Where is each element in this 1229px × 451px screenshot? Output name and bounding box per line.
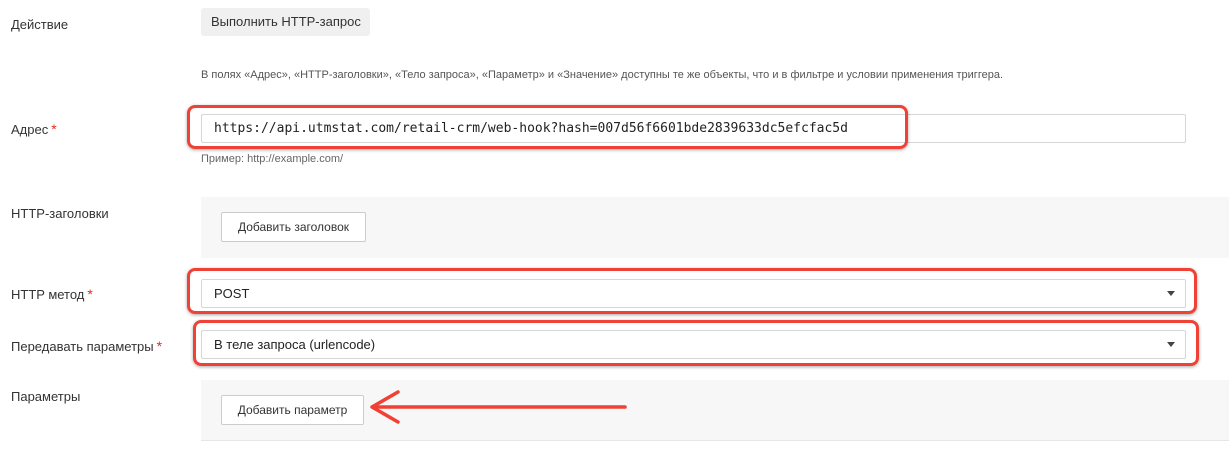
address-label-text: Адрес bbox=[11, 122, 49, 137]
method-label-text: HTTP метод bbox=[11, 287, 85, 302]
address-highlight bbox=[187, 105, 908, 149]
add-header-button[interactable]: Добавить заголовок bbox=[221, 212, 366, 242]
divider bbox=[201, 440, 1229, 441]
params-label: Параметры bbox=[11, 389, 81, 404]
method-highlight bbox=[187, 268, 1197, 314]
method-label: HTTP метод * bbox=[11, 286, 93, 302]
params-panel: Добавить параметр bbox=[201, 380, 1229, 440]
headers-panel: Добавить заголовок bbox=[201, 197, 1229, 258]
address-example: Пример: http://example.com/ bbox=[201, 153, 344, 165]
arrow-left-icon bbox=[370, 390, 627, 424]
fields-hint: В полях «Адрес», «HTTP-заголовки», «Тело… bbox=[201, 69, 1004, 81]
pass-params-highlight bbox=[193, 320, 1199, 366]
headers-label: HTTP-заголовки bbox=[11, 206, 109, 221]
required-mark: * bbox=[87, 286, 93, 302]
action-label: Действие bbox=[11, 17, 69, 32]
required-mark: * bbox=[51, 121, 57, 137]
add-param-button[interactable]: Добавить параметр bbox=[221, 395, 364, 425]
pass-params-label: Передавать параметры * bbox=[11, 338, 162, 354]
required-mark: * bbox=[156, 338, 163, 354]
action-select-button[interactable]: Выполнить HTTP-запрос bbox=[201, 8, 370, 36]
pass-params-label-text: Передавать параметры bbox=[11, 339, 154, 354]
address-label: Адрес * bbox=[11, 121, 57, 137]
